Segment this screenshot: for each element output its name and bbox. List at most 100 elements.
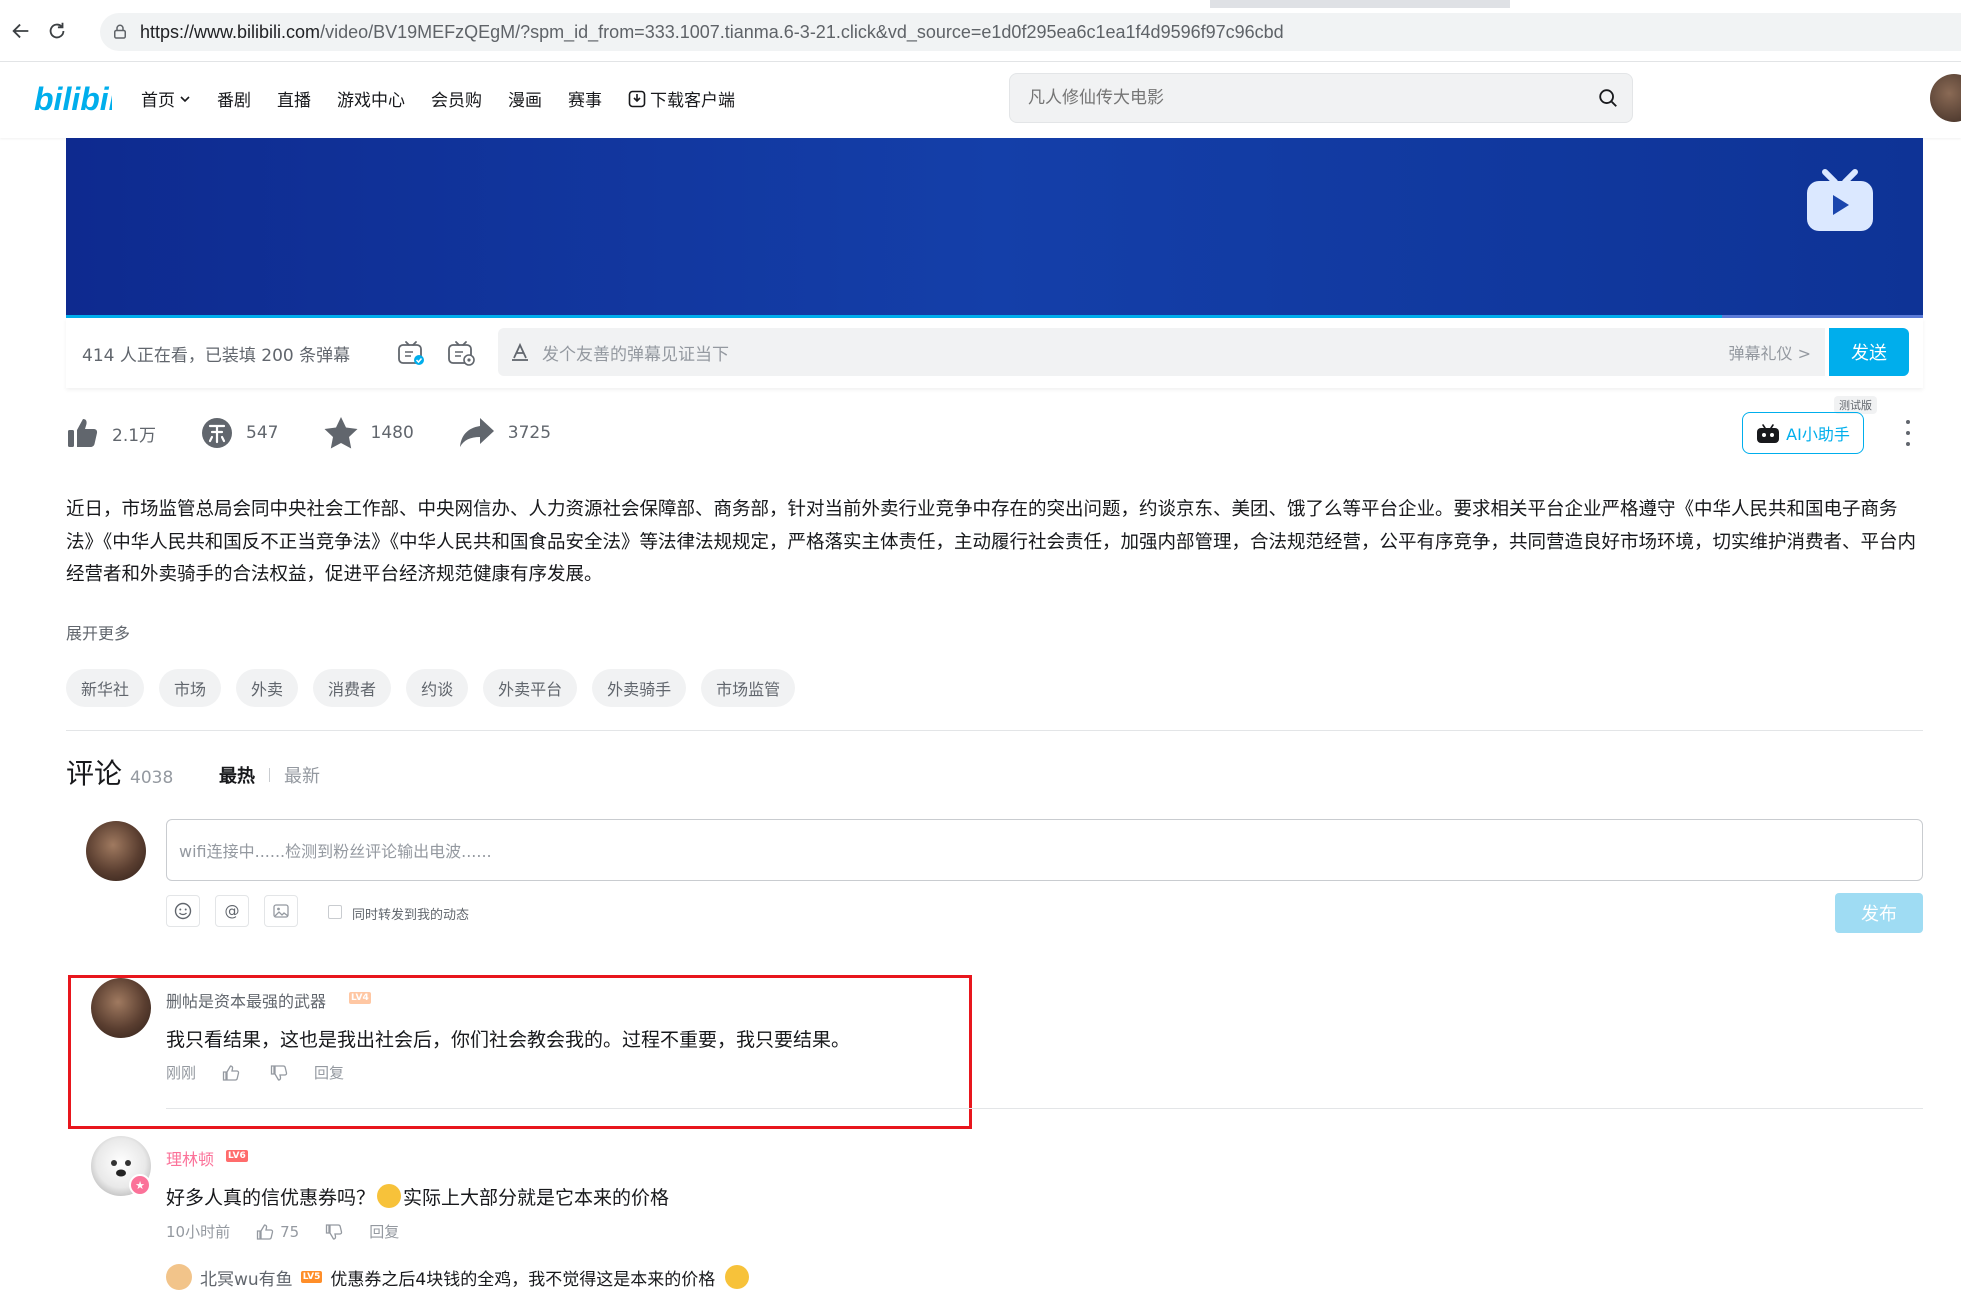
- tag-item[interactable]: 市场: [159, 669, 222, 707]
- share-count: 3725: [507, 423, 552, 443]
- sort-new-tab[interactable]: 最新: [284, 762, 320, 788]
- thumbs-down-outline-icon: [326, 1223, 343, 1240]
- star-icon: [324, 417, 357, 449]
- active-tab[interactable]: [0, 0, 1210, 8]
- nav-anime[interactable]: 番剧: [217, 86, 251, 111]
- comment-like-button[interactable]: 75: [256, 1223, 299, 1241]
- my-avatar: [86, 821, 146, 881]
- bilibili-logo[interactable]: bilibili: [34, 78, 128, 124]
- tag-item[interactable]: 约谈: [406, 669, 469, 707]
- danmaku-input[interactable]: 发个友善的弹幕见证当下: [542, 340, 1729, 365]
- tag-item[interactable]: 外卖骑手: [592, 669, 687, 707]
- comment-like-button[interactable]: [222, 1064, 240, 1082]
- background-tab[interactable]: [1510, 0, 1961, 8]
- section-divider: [66, 730, 1923, 731]
- comment-meta: 10小时前 75 回复: [166, 1221, 399, 1242]
- comments-count: 4038: [130, 768, 174, 788]
- nav-live-label: 直播: [277, 91, 311, 111]
- tab-strip: [0, 0, 1961, 8]
- more-dot-icon: [1906, 442, 1910, 446]
- bilibili-logo-icon: bilibili: [34, 81, 128, 117]
- nav-events-label: 赛事: [568, 91, 602, 111]
- more-options-button[interactable]: [1896, 420, 1920, 446]
- sub-reply-avatar[interactable]: [166, 1264, 192, 1290]
- reload-button[interactable]: [42, 16, 72, 46]
- nav-manga[interactable]: 漫画: [508, 86, 542, 111]
- level-badge: LV5: [300, 1271, 323, 1283]
- mention-button[interactable]: @: [215, 895, 249, 927]
- back-button[interactable]: [6, 16, 36, 46]
- nav-game-center[interactable]: 游戏中心: [337, 86, 405, 111]
- nav-manga-label: 漫画: [508, 91, 542, 111]
- comment-like-count: 75: [280, 1222, 300, 1241]
- thumbs-up-icon: [68, 419, 98, 447]
- site-header: bilibili 首页 番剧 直播 游戏中心 会员购 漫画 赛事 下载客户端: [0, 62, 1961, 138]
- coin-button[interactable]: 547: [200, 416, 279, 450]
- danmaku-style-icon[interactable]: [498, 342, 542, 362]
- laughing-emoji-icon: [377, 1184, 402, 1208]
- forward-label: 同时转发到我的动态: [352, 908, 470, 923]
- main-nav: 首页 番剧 直播 游戏中心 会员购 漫画 赛事 下载客户端: [141, 86, 761, 111]
- video-player[interactable]: [66, 138, 1923, 318]
- tag-item[interactable]: 外卖平台: [483, 669, 578, 707]
- comment-reply-button[interactable]: 回复: [369, 1221, 399, 1242]
- sort-hot-tab[interactable]: 最热: [219, 762, 255, 788]
- tag-item[interactable]: 消费者: [313, 669, 392, 707]
- comment-dislike-button[interactable]: [270, 1064, 288, 1082]
- comment-avatar[interactable]: [91, 978, 151, 1038]
- search-input[interactable]: [1010, 88, 1584, 108]
- tag-list: 新华社 市场 外卖 消费者 约谈 外卖平台 外卖骑手 市场监管: [66, 669, 796, 707]
- forward-checkbox[interactable]: [328, 905, 342, 919]
- nav-live[interactable]: 直播: [277, 86, 311, 111]
- tag-item[interactable]: 新华社: [66, 669, 145, 707]
- tag-item[interactable]: 外卖: [236, 669, 299, 707]
- nav-events[interactable]: 赛事: [568, 86, 602, 111]
- comments-title: 评论: [66, 757, 123, 790]
- logo-text: bilibili: [34, 81, 112, 117]
- danmaku-etiquette-link[interactable]: 弹幕礼仪 >: [1729, 340, 1826, 364]
- expand-description-link[interactable]: 展开更多: [66, 620, 130, 644]
- address-bar[interactable]: https://www.bilibili.com/video/BV19MEFzQ…: [100, 13, 1961, 51]
- emoji-icon: [174, 902, 192, 920]
- comment-reply-button[interactable]: 回复: [314, 1062, 344, 1083]
- nav-mall[interactable]: 会员购: [431, 86, 482, 111]
- search-button[interactable]: [1584, 78, 1632, 118]
- comment-meta: 刚刚 回复: [166, 1062, 344, 1083]
- nav-home[interactable]: 首页: [141, 86, 191, 111]
- user-avatar[interactable]: [1930, 74, 1961, 122]
- publish-button[interactable]: 发布: [1835, 893, 1923, 933]
- comment-dislike-button[interactable]: [325, 1223, 343, 1241]
- level-badge: LV4: [349, 992, 371, 1004]
- sub-reply-username[interactable]: 北冥wu有鱼: [200, 1265, 293, 1290]
- image-upload-button[interactable]: [264, 895, 298, 927]
- back-arrow-icon: [12, 23, 29, 39]
- danmaku-input-box[interactable]: 发个友善的弹幕见证当下 弹幕礼仪 >: [498, 328, 1825, 376]
- comment-input[interactable]: wifi连接中......检测到粉丝评论输出电波......: [166, 819, 1923, 881]
- thumbs-up-outline-icon: [222, 1064, 240, 1081]
- video-actions: 2.1万 547 1480 3725: [66, 410, 595, 456]
- emoji-button[interactable]: [166, 895, 200, 927]
- danmaku-settings-button[interactable]: [441, 333, 481, 373]
- url-host: https://www.bilibili.com: [140, 21, 321, 42]
- site-info-icon[interactable]: [100, 23, 140, 41]
- thumbs-up-outline-icon: [256, 1223, 274, 1240]
- comment-text-part: 实际上大部分就是它本来的价格: [403, 1187, 670, 1209]
- like-button[interactable]: 2.1万: [66, 416, 156, 450]
- ai-assistant-label: AI小助手: [1786, 425, 1850, 444]
- comment-username[interactable]: 理林顿: [166, 1146, 214, 1170]
- nav-download-client[interactable]: 下载客户端: [628, 86, 735, 111]
- browser-toolbar: https://www.bilibili.com/video/BV19MEFzQ…: [0, 0, 1961, 62]
- comments-header: 评论 4038: [66, 752, 173, 792]
- danmaku-toggle-button[interactable]: [391, 333, 431, 373]
- send-danmaku-button[interactable]: 发送: [1829, 328, 1909, 376]
- favorite-button[interactable]: 1480: [323, 416, 414, 450]
- share-button[interactable]: 3725: [458, 416, 551, 450]
- robot-icon: [1757, 424, 1780, 443]
- ai-assistant-button[interactable]: AI小助手: [1742, 412, 1864, 454]
- nav-anime-label: 番剧: [217, 91, 251, 111]
- comment-username[interactable]: 删帖是资本最强的武器: [166, 988, 326, 1012]
- url-text[interactable]: https://www.bilibili.com/video/BV19MEFzQ…: [140, 22, 1284, 43]
- comment-time: 刚刚: [166, 1064, 197, 1082]
- tag-item[interactable]: 市场监管: [701, 669, 796, 707]
- level-badge: LV6: [226, 1150, 248, 1162]
